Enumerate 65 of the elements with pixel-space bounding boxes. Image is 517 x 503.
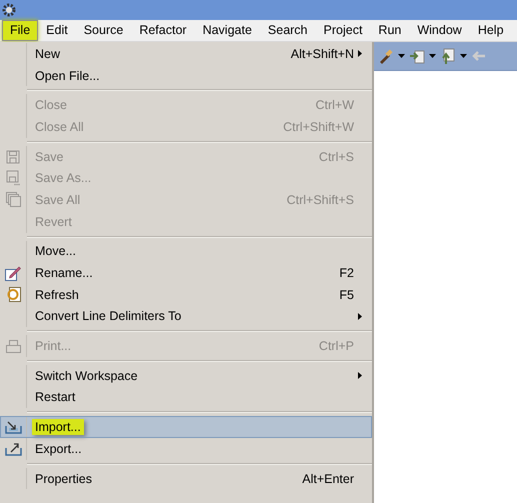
dropdown-caret-icon[interactable]	[429, 54, 436, 58]
shortcut-label: Alt+Enter	[302, 472, 354, 486]
floppy-disks-icon	[6, 192, 20, 208]
menu-item[interactable]: Open File...	[0, 64, 372, 86]
menu-bar-item[interactable]: Run	[370, 20, 410, 41]
menu-item[interactable]: Export...	[0, 438, 372, 460]
menu-item-label: Move...	[34, 243, 77, 260]
shortcut-label: Ctrl+Shift+S	[286, 192, 354, 207]
menu-item-label: Revert	[34, 214, 73, 230]
dropdown-caret-icon[interactable]	[460, 54, 467, 58]
shortcut-label: Ctrl+Shift+W	[283, 120, 354, 134]
brush-icon[interactable]	[378, 48, 394, 64]
submenu-arrow-icon	[358, 50, 362, 57]
edit-pencil-icon	[5, 266, 21, 281]
menu-item[interactable]: Switch Workspace	[0, 364, 372, 387]
menu-item[interactable]: Restart	[0, 386, 372, 408]
menu-item-label: Export...	[34, 440, 83, 457]
menu-bar-item[interactable]: Window	[409, 20, 470, 41]
menu-bar-item[interactable]: File	[2, 20, 38, 41]
menu-item-label: Print...	[34, 338, 72, 354]
upload-arrow-icon[interactable]	[440, 48, 456, 64]
refresh-icon	[6, 287, 20, 302]
menu-bar-item[interactable]: Navigate	[194, 20, 260, 41]
menu-item[interactable]: Properties Alt+Enter	[0, 468, 372, 490]
menu-item[interactable]: Convert Line Delimiters To	[0, 306, 372, 328]
menu-item-label: Close	[34, 97, 68, 114]
menu-item[interactable]: Refresh F5	[0, 284, 372, 306]
menu-item-label: Convert Line Delimiters To	[34, 308, 182, 324]
menu-item-label: Close All	[34, 118, 85, 135]
submenu-arrow-icon	[358, 312, 362, 320]
menu-item[interactable]: Import...	[0, 416, 372, 438]
menu-bar-item[interactable]: Edit	[38, 20, 76, 41]
menu-item-label: Rename...	[34, 265, 94, 282]
import-arrow-icon[interactable]	[409, 48, 425, 64]
gear-icon	[2, 3, 16, 17]
menu-item-label: Refresh	[34, 286, 80, 303]
menu-item-label: Import...	[32, 419, 84, 436]
menu-item[interactable]: Rename... F2	[0, 262, 372, 284]
dropdown-caret-icon[interactable]	[398, 54, 405, 58]
floppy-disk-icon	[6, 170, 20, 186]
menu-item-label: Properties	[34, 470, 93, 487]
menu-item-label: Open File...	[34, 68, 101, 84]
import-tray-icon	[4, 420, 22, 434]
printer-icon	[6, 340, 20, 353]
menu-item-label: Save As...	[34, 170, 92, 186]
shortcut-label: Ctrl+S	[318, 150, 354, 164]
menu-bar-item[interactable]: Search	[260, 20, 316, 41]
shortcut-label: Alt+Shift+N	[290, 46, 354, 61]
shortcut-label: F2	[339, 266, 354, 280]
menu-bar-item[interactable]: Help	[470, 20, 512, 41]
shortcut-label: Ctrl+W	[315, 98, 354, 112]
menu-item-label: Switch Workspace	[34, 368, 139, 384]
menu-item[interactable]: New Alt+Shift+N	[0, 43, 372, 65]
menu-bar-item[interactable]: Project	[316, 20, 370, 41]
menu-item-label: Save	[34, 148, 64, 165]
submenu-arrow-icon	[358, 372, 362, 379]
shortcut-label: Ctrl+P	[318, 339, 354, 354]
export-tray-icon	[4, 442, 22, 456]
menu-item-label: Save All	[34, 192, 82, 208]
menu-bar-item[interactable]: Source	[76, 20, 132, 41]
menu-item-label: Restart	[34, 389, 76, 406]
menu-bar-item[interactable]: Refactor	[131, 20, 195, 41]
menu-item[interactable]: Move...	[0, 240, 372, 262]
shortcut-label: F5	[339, 288, 354, 302]
menu-item-label: New	[34, 46, 62, 62]
